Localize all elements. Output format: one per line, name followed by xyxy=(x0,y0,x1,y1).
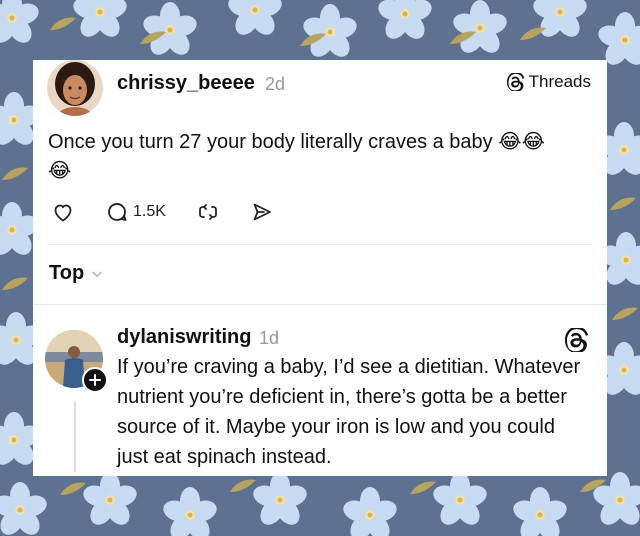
avatar[interactable] xyxy=(47,60,103,116)
post-text: Once you turn 27 your body literally cra… xyxy=(48,131,545,182)
repost-button[interactable] xyxy=(196,200,220,224)
sort-dropdown[interactable]: Top xyxy=(49,262,104,285)
post-actions: 1.5K xyxy=(51,198,274,226)
post-age: 2d xyxy=(265,74,286,94)
threads-logo-icon[interactable] xyxy=(565,328,589,352)
heart-icon xyxy=(54,204,72,222)
threads-badge[interactable]: Threads xyxy=(506,72,591,92)
reply-username[interactable]: dylaniswriting xyxy=(117,326,251,349)
plus-icon xyxy=(89,374,101,386)
comment-button[interactable]: 1.5K xyxy=(105,200,166,224)
post-username[interactable]: chrissy_beeee xyxy=(117,72,255,95)
share-icon xyxy=(253,203,271,221)
like-button[interactable] xyxy=(51,200,75,224)
threads-card: chrissy_beeee 2d Threads Once you turn 2… xyxy=(33,60,607,476)
divider xyxy=(48,244,592,245)
sort-label: Top xyxy=(49,262,85,284)
follow-plus-badge[interactable] xyxy=(82,367,108,393)
threads-logo-icon xyxy=(506,73,524,91)
thread-line xyxy=(74,402,76,472)
comment-icon xyxy=(108,203,127,221)
chevron-down-icon xyxy=(92,271,102,277)
avatar-photo xyxy=(47,60,103,116)
share-button[interactable] xyxy=(250,200,274,224)
threads-badge-label: Threads xyxy=(528,72,591,91)
reply-text: If you’re craving a baby, I’d see a diet… xyxy=(117,356,581,468)
repost-icon xyxy=(199,204,217,220)
section-divider xyxy=(33,304,607,305)
reply-count: 1.5K xyxy=(133,203,166,220)
reply-age: 1d xyxy=(259,328,280,348)
